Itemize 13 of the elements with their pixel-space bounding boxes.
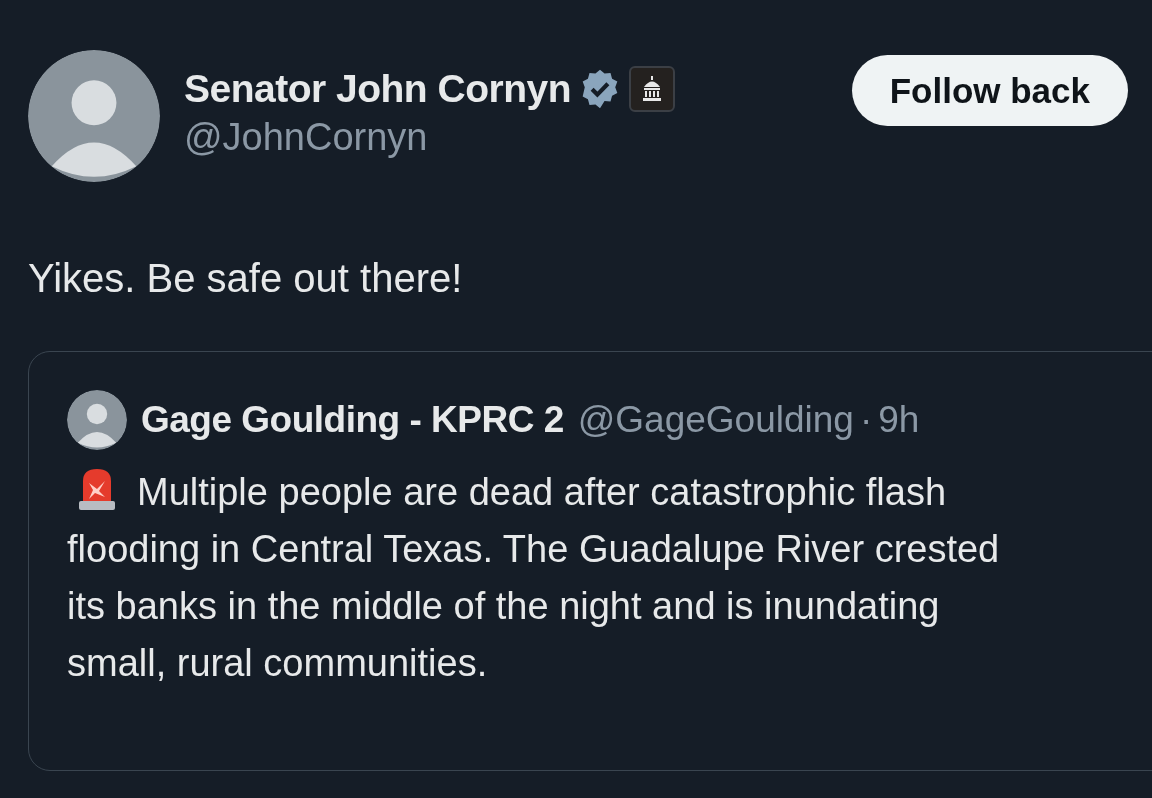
- post-time[interactable]: 9h: [878, 399, 920, 441]
- quoted-post-card[interactable]: [28, 351, 1152, 771]
- siren-icon: [77, 467, 117, 511]
- quoted-post-text: Multiple people are dead after catastrophic flash flooding in Central Texas. The Guadalupe River crested its banks in the middle of the night and is inundating small, rural communities.: [67, 464, 1017, 692]
- author-handle[interactable]: @JohnCornyn: [184, 116, 676, 159]
- avatar[interactable]: [67, 390, 127, 450]
- separator-dot: ·: [859, 399, 873, 441]
- quoted-author-name[interactable]: Gage Goulding - KPRC 2: [141, 399, 564, 441]
- follow-back-button[interactable]: Follow back: [851, 55, 1128, 126]
- quoted-author-handle[interactable]: @GageGoulding: [577, 399, 854, 441]
- author-name[interactable]: Senator John Cornyn: [184, 67, 572, 111]
- post-text: Yikes. Be safe out there!: [28, 256, 464, 301]
- avatar[interactable]: [28, 50, 160, 182]
